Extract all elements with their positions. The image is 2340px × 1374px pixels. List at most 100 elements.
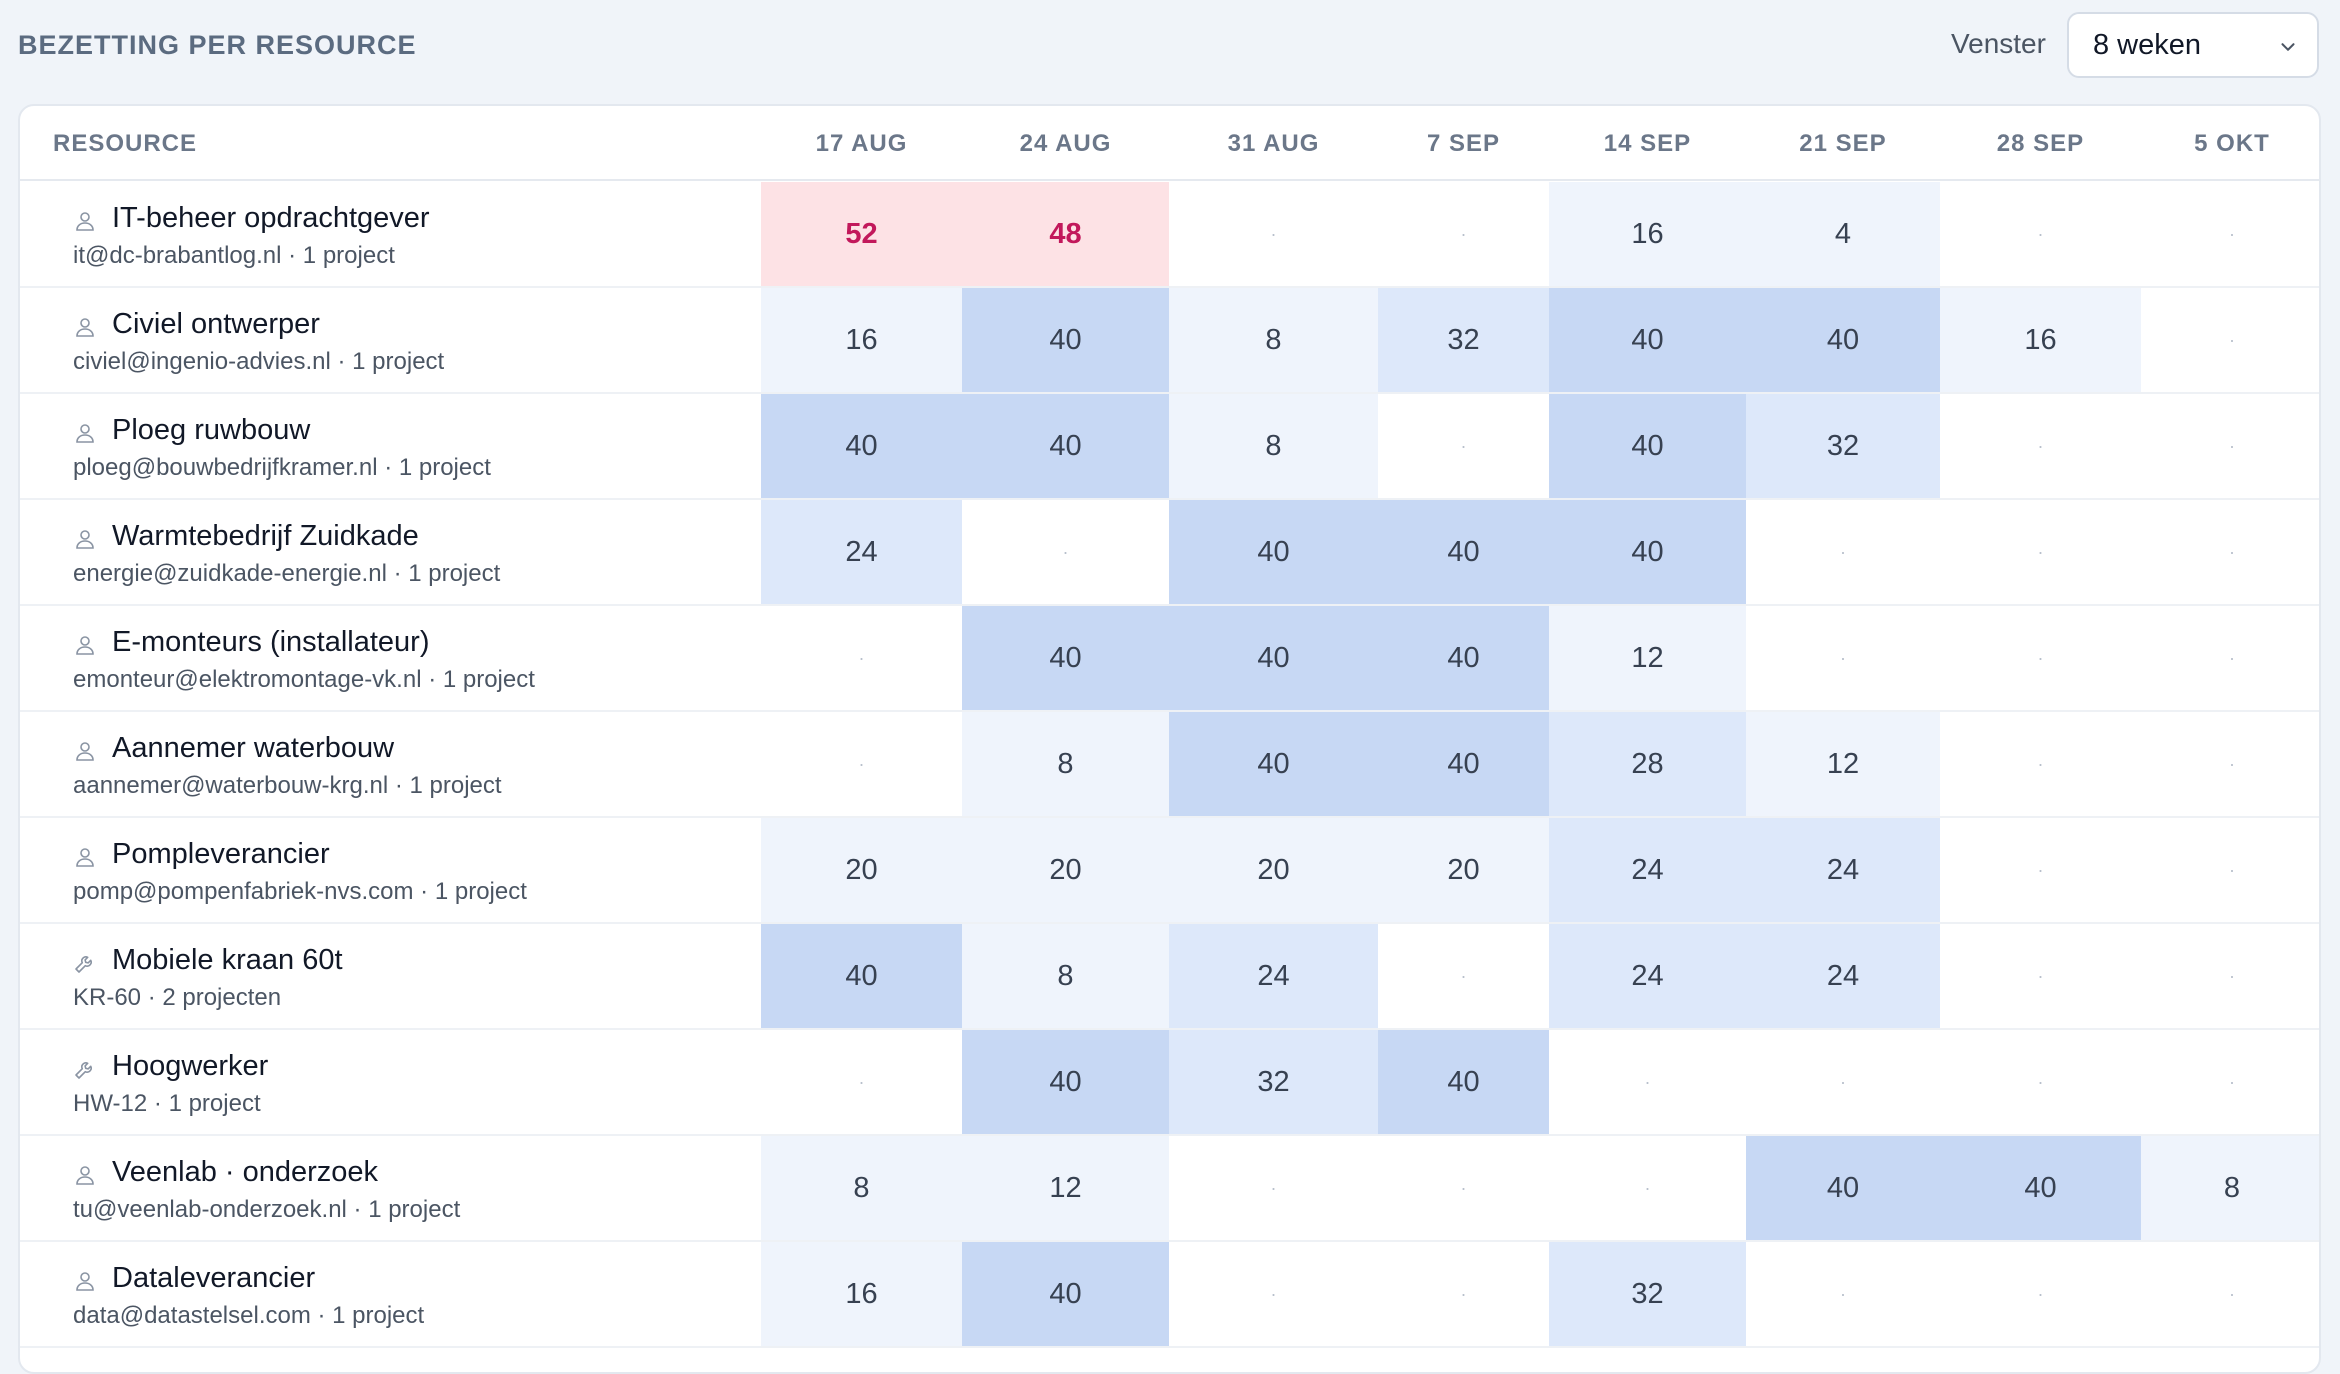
week-hours-cell[interactable]: 24 (1549, 924, 1746, 1028)
week-hours-cell[interactable]: 40 (761, 394, 962, 498)
table-row[interactable]: Dataleverancier data@datastelsel.com · 1 … (20, 1242, 2319, 1348)
table-row[interactable]: Civiel ontwerper civiel@ingenio-advies.nl… (20, 288, 2319, 394)
empty-week-cell[interactable]: · (2141, 1242, 2319, 1346)
week-hours-cell[interactable]: 8 (962, 712, 1169, 816)
week-hours-cell[interactable]: 24 (1746, 924, 1940, 1028)
table-row[interactable]: Veenlab · onderzoek tu@veenlab-onderzoek.… (20, 1136, 2319, 1242)
empty-week-cell[interactable]: · (1940, 182, 2141, 286)
week-hours-cell[interactable]: 40 (962, 606, 1169, 710)
week-hours-cell[interactable]: 40 (1169, 712, 1378, 816)
empty-week-cell[interactable]: · (1378, 924, 1549, 1028)
week-hours-cell[interactable]: 32 (1746, 394, 1940, 498)
empty-week-cell[interactable]: · (2141, 606, 2319, 710)
empty-week-cell[interactable]: · (1169, 1242, 1378, 1346)
table-row[interactable]: Hoogwerker HW-12 · 1 project · 40 32 40 · · · · (20, 1030, 2319, 1136)
week-hours-cell[interactable]: 40 (962, 1242, 1169, 1346)
empty-week-cell[interactable]: · (2141, 500, 2319, 604)
empty-week-cell[interactable]: · (1169, 1136, 1378, 1240)
week-hours-cell[interactable]: 16 (761, 288, 962, 392)
empty-week-cell[interactable]: · (1940, 1242, 2141, 1346)
week-hours-cell[interactable]: 12 (962, 1136, 1169, 1240)
overbooked-week-cell[interactable]: 52 (761, 182, 962, 286)
week-hours-cell[interactable]: 40 (1378, 500, 1549, 604)
empty-week-cell[interactable]: · (2141, 818, 2319, 922)
empty-week-cell[interactable]: · (1378, 1242, 1549, 1346)
week-hours-cell[interactable]: 24 (1549, 818, 1746, 922)
week-hours-cell[interactable]: 40 (1940, 1136, 2141, 1240)
empty-week-cell[interactable]: · (1746, 1030, 1940, 1134)
week-hours-cell[interactable]: 40 (1169, 500, 1378, 604)
empty-week-cell[interactable]: · (1940, 1030, 2141, 1134)
table-row[interactable]: Warmtebedrijf Zuidkade energie@zuidkade-e… (20, 500, 2319, 606)
week-hours-cell[interactable]: 16 (761, 1242, 962, 1346)
week-hours-cell[interactable]: 24 (1746, 818, 1940, 922)
empty-week-cell[interactable]: · (1746, 1242, 1940, 1346)
week-hours-cell[interactable]: 24 (761, 500, 962, 604)
empty-week-cell[interactable]: · (2141, 924, 2319, 1028)
week-hours-cell[interactable]: 40 (1549, 288, 1746, 392)
week-hours-cell[interactable]: 40 (962, 1030, 1169, 1134)
empty-week-cell[interactable]: · (1549, 1030, 1746, 1134)
empty-week-cell[interactable]: · (1940, 606, 2141, 710)
empty-week-cell[interactable]: · (2141, 288, 2319, 392)
week-hours-cell[interactable]: 12 (1549, 606, 1746, 710)
empty-week-cell[interactable]: · (1746, 500, 1940, 604)
week-hours-cell[interactable]: 40 (962, 288, 1169, 392)
empty-week-cell[interactable]: · (1940, 500, 2141, 604)
week-hours-cell[interactable]: 4 (1746, 182, 1940, 286)
week-hours-cell[interactable]: 32 (1549, 1242, 1746, 1346)
week-hours-cell[interactable]: 40 (1746, 1136, 1940, 1240)
week-hours-cell[interactable]: 40 (1378, 606, 1549, 710)
empty-week-cell[interactable]: · (1940, 712, 2141, 816)
week-hours-cell[interactable]: 40 (1746, 288, 1940, 392)
window-select[interactable]: 8 weken (2067, 12, 2319, 78)
week-hours-cell[interactable]: 16 (1549, 182, 1746, 286)
week-hours-cell[interactable]: 40 (1549, 394, 1746, 498)
empty-week-cell[interactable]: · (2141, 712, 2319, 816)
week-hours-cell[interactable]: 32 (1378, 288, 1549, 392)
week-hours-cell[interactable]: 20 (962, 818, 1169, 922)
overbooked-week-cell[interactable]: 48 (962, 182, 1169, 286)
empty-week-cell[interactable]: · (1169, 182, 1378, 286)
empty-week-cell[interactable]: · (1746, 606, 1940, 710)
week-hours-cell[interactable]: 40 (962, 394, 1169, 498)
week-hours-cell[interactable]: 16 (1940, 288, 2141, 392)
table-row[interactable]: Pompleverancier pomp@pompenfabriek-nvs.co… (20, 818, 2319, 924)
week-hours-cell[interactable]: 40 (1378, 1030, 1549, 1134)
week-hours-cell[interactable]: 8 (2141, 1136, 2319, 1240)
empty-week-cell[interactable]: · (761, 1030, 962, 1134)
week-hours-cell[interactable]: 24 (1169, 924, 1378, 1028)
week-hours-cell[interactable]: 40 (1378, 712, 1549, 816)
week-hours-cell[interactable]: 40 (761, 924, 962, 1028)
week-hours-cell[interactable]: 8 (1169, 288, 1378, 392)
empty-week-cell[interactable]: · (1378, 182, 1549, 286)
empty-week-cell[interactable]: · (1940, 818, 2141, 922)
empty-week-cell[interactable]: · (962, 500, 1169, 604)
week-hours-cell[interactable]: 8 (962, 924, 1169, 1028)
week-hours-cell[interactable]: 12 (1746, 712, 1940, 816)
empty-week-cell[interactable]: · (2141, 394, 2319, 498)
empty-week-cell[interactable]: · (1378, 394, 1549, 498)
empty-week-cell[interactable]: · (1940, 394, 2141, 498)
week-hours-cell[interactable]: 32 (1169, 1030, 1378, 1134)
table-row[interactable]: Aannemer waterbouw aannemer@waterbouw-krg… (20, 712, 2319, 818)
table-row[interactable]: E-monteurs (installateur) emonteur@elektr… (20, 606, 2319, 712)
table-row[interactable]: Mobiele kraan 60t KR-60 · 2 projecten 40 8 2… (20, 924, 2319, 1030)
week-hours-cell[interactable]: 20 (1169, 818, 1378, 922)
empty-week-cell[interactable]: · (1549, 1136, 1746, 1240)
empty-week-cell[interactable]: · (1940, 924, 2141, 1028)
week-hours-cell[interactable]: 28 (1549, 712, 1746, 816)
empty-week-cell[interactable]: · (2141, 1030, 2319, 1134)
week-hours-cell[interactable]: 40 (1169, 606, 1378, 710)
table-row[interactable]: Ploeg ruwbouw ploeg@bouwbedrijfkramer.nl … (20, 394, 2319, 500)
week-hours-cell[interactable]: 20 (761, 818, 962, 922)
week-hours-cell[interactable]: 8 (1169, 394, 1378, 498)
empty-week-cell[interactable]: · (2141, 182, 2319, 286)
empty-week-cell[interactable]: · (1378, 1136, 1549, 1240)
empty-week-cell[interactable]: · (761, 606, 962, 710)
week-hours-cell[interactable]: 40 (1549, 500, 1746, 604)
empty-week-cell[interactable]: · (761, 712, 962, 816)
week-hours-cell[interactable]: 8 (761, 1136, 962, 1240)
table-row[interactable]: IT-beheer opdrachtgever it@dc-brabantlog.… (20, 182, 2319, 288)
week-hours-cell[interactable]: 20 (1378, 818, 1549, 922)
